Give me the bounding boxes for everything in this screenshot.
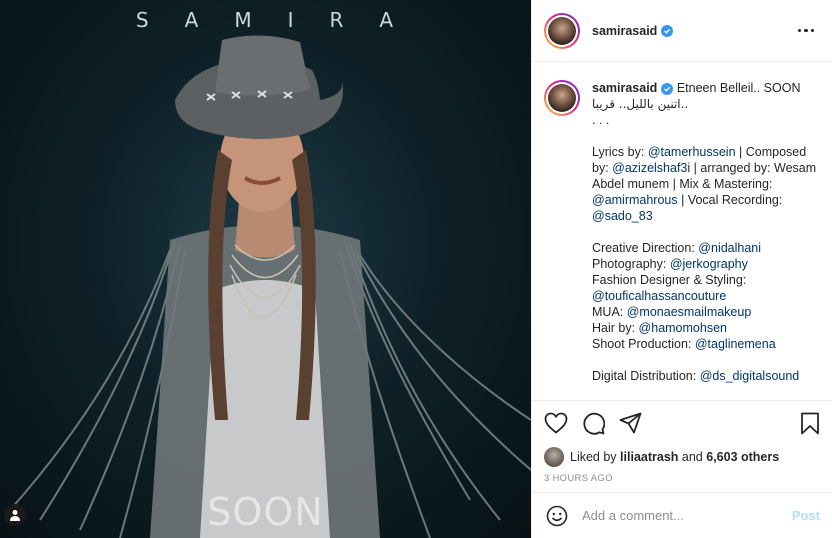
credit-label: Creative Direction:	[592, 241, 699, 255]
likes-prefix: Liked by	[570, 450, 617, 464]
liker-avatar[interactable]	[544, 447, 564, 467]
caption-arabic: ..اتنين بالليل.. قريبا	[592, 97, 689, 111]
person-icon	[10, 510, 20, 521]
header-username[interactable]: samirasaid	[592, 24, 657, 38]
post-header: samirasaid	[532, 0, 832, 62]
artist-letter: S	[135, 8, 151, 32]
artist-letter: R	[329, 8, 346, 32]
mention-link[interactable]: @amirmahrous	[592, 193, 678, 207]
user-tag-icon[interactable]	[4, 504, 26, 526]
post-comment-button[interactable]: Post	[792, 508, 820, 523]
likes-summary: Liked by liliaatrash and 6,603 others	[544, 447, 820, 467]
mention-link[interactable]: @taglinemena	[695, 337, 776, 351]
likes-middle: and	[681, 450, 703, 464]
credit-label: Hair by:	[592, 321, 639, 335]
more-options-icon[interactable]	[794, 25, 819, 37]
verified-badge-icon	[661, 83, 674, 95]
caption-username[interactable]: samirasaid	[592, 81, 657, 95]
mention-link[interactable]: @nidalhani	[698, 241, 761, 255]
caption-avatar[interactable]	[544, 80, 580, 116]
caption-dots: . . .	[592, 113, 610, 127]
likes-count[interactable]: 6,603 others	[706, 450, 779, 464]
artist-letter: A	[379, 8, 396, 32]
verified-badge-icon	[661, 24, 674, 37]
mention-link[interactable]: @hamomohsen	[639, 321, 727, 335]
soon-overlay-text: SOON	[207, 490, 324, 534]
action-bar	[544, 409, 820, 437]
post-sidebar: samirasaid samirasaid Etneen Belleil.. S…	[531, 0, 832, 538]
credit-label: Digital Distribution:	[592, 369, 700, 383]
artist-photo-illustration	[9, 35, 531, 538]
mention-link[interactable]: @tamerhussein	[648, 145, 736, 159]
liker-username[interactable]: liliaatrash	[620, 450, 678, 464]
post-photo[interactable]: S A M I R A SOON	[0, 0, 531, 538]
credit-label: Shoot Production:	[592, 337, 695, 351]
artist-letter: A	[184, 8, 201, 32]
mention-link[interactable]: @touficalhassancouture	[592, 289, 726, 303]
caption-line: Etneen Belleil.. SOON	[676, 81, 801, 95]
share-icon[interactable]	[619, 412, 642, 434]
credit-label: Fashion Designer & Styling:	[592, 273, 747, 287]
credit-label: Photography:	[592, 257, 670, 271]
caption-text: samirasaid Etneen Belleil.. SOON ..اتنين…	[592, 80, 818, 400]
credit-label: Lyrics by:	[592, 145, 648, 159]
post-actions: Liked by liliaatrash and 6,603 others 3 …	[532, 400, 832, 492]
post-timestamp[interactable]: 3 HOURS AGO	[544, 473, 820, 484]
heart-icon[interactable]	[544, 412, 568, 434]
avatar[interactable]	[544, 12, 580, 49]
mention-link[interactable]: @ds_digitalsound	[700, 369, 800, 383]
artist-name-header: S A M I R A	[0, 8, 531, 32]
caption-area: samirasaid Etneen Belleil.. SOON ..اتنين…	[532, 62, 832, 400]
credit-label: MUA:	[592, 305, 627, 319]
emoji-icon[interactable]	[546, 505, 568, 527]
instagram-post: S A M I R A SOON samirasaid samirasaid E…	[0, 0, 832, 538]
credit-label: | Vocal Recording:	[677, 193, 783, 207]
comment-composer: Post	[532, 492, 832, 538]
artist-letter: M	[234, 8, 254, 32]
mention-link[interactable]: @sado_83	[592, 209, 653, 223]
comment-icon[interactable]	[582, 412, 605, 435]
mention-link[interactable]: @jerkography	[670, 257, 748, 271]
mention-link[interactable]: @monaesmailmakeup	[627, 305, 752, 319]
mention-link[interactable]: @azizelshaf3i	[612, 161, 690, 175]
artist-letter: I	[287, 8, 296, 32]
comment-input[interactable]	[582, 508, 792, 523]
bookmark-icon[interactable]	[800, 412, 820, 435]
